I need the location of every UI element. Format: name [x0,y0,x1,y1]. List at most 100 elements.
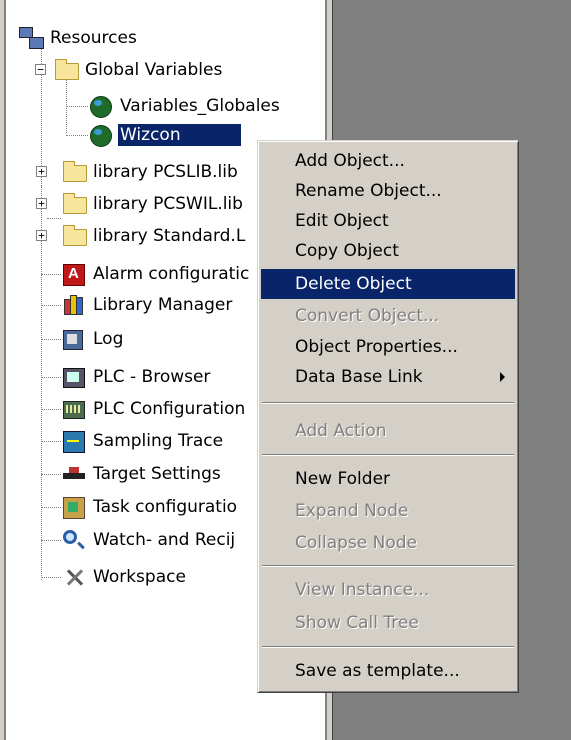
tree-item-target-settings[interactable]: Target Settings [61,460,223,488]
globe-icon [88,95,114,118]
tree-item-label: Global Variables [85,60,223,80]
tree-line [41,474,61,475]
menu-item-add-action[interactable]: Add Action [261,416,515,446]
menu-item-label: New Folder [295,469,391,489]
menu-item-collapse-node[interactable]: Collapse Node [261,528,515,558]
tools-icon [61,566,87,588]
menu-separator [262,565,514,567]
tree-item-label: Variables_Globales [120,96,280,116]
globe-icon [88,124,114,147]
menu-item-label: View Instance... [295,580,430,600]
submenu-arrow-icon [500,372,505,382]
menu-item-new-folder[interactable]: New Folder [261,464,515,494]
tree-line [66,106,88,107]
menu-item-label: Copy Object [295,241,399,261]
tree-item-label: Target Settings [93,464,221,484]
menu-item-label: Collapse Node [295,533,418,553]
tree-item-plc-browser[interactable]: PLC - Browser [61,363,212,391]
tree-line [41,507,61,508]
menu-item-label: Edit Object [295,211,389,231]
tree-line [47,218,61,219]
tree-line [66,135,88,136]
tree-item-sampling-trace[interactable]: Sampling Trace [61,427,225,455]
tree-item-label: Workspace [93,567,186,587]
tree-item-label: PLC - Browser [93,367,211,387]
open-folder-icon [53,59,79,81]
tree-item-global-variables[interactable]: Global Variables [53,56,224,84]
tree-line [41,274,61,275]
tree-line [41,409,61,410]
tree-item-task-configuration[interactable]: Task configuratio [61,493,239,521]
menu-item-label: Delete Object [295,274,412,294]
tree-line [41,339,61,340]
menu-separator [262,646,514,648]
tree-item-log[interactable]: Log [61,325,125,353]
menu-item-save-as-template[interactable]: Save as template... [261,656,515,686]
menu-item-label: Convert Object... [295,306,440,326]
menu-item-add-object[interactable]: Add Object... [261,146,515,176]
tree-item-label: library PCSWIL.lib [93,194,243,214]
log-icon [61,328,87,350]
tree-item-label: Library Manager [93,295,233,315]
tree-line [41,377,61,378]
menu-item-view-instance[interactable]: View Instance... [261,575,515,605]
menu-item-rename-object[interactable]: Rename Object... [261,176,515,206]
tree-item-wizcon[interactable]: Wizcon [88,121,241,149]
tree-item-label: Task configuratio [93,497,238,517]
expand-toggle[interactable]: + [36,166,47,177]
task-configuration-icon [61,496,87,519]
menu-item-show-call-tree[interactable]: Show Call Tree [261,608,515,638]
tree-item-label: Log [93,329,124,349]
folder-icon [61,225,87,247]
tree-line [41,305,61,306]
menu-item-delete-object[interactable]: Delete Object [261,269,515,299]
sampling-trace-icon [61,430,87,453]
menu-item-object-properties[interactable]: Object Properties... [261,332,515,362]
tree-item-library-manager[interactable]: Library Manager [61,291,234,319]
tree-item-watch-recipe[interactable]: Watch- and Recij [61,526,237,554]
menu-item-convert-object[interactable]: Convert Object... [261,301,515,331]
menu-item-edit-object[interactable]: Edit Object [261,206,515,236]
tree-item-library-standard[interactable]: library Standard.L [61,222,247,250]
menu-item-label: Data Base Link [295,367,423,387]
library-manager-icon [61,294,87,316]
tree-item-label: PLC Configuration [93,399,246,419]
menu-item-label: Show Call Tree [295,613,419,633]
tree-line [41,186,42,580]
expand-toggle[interactable]: + [36,230,47,241]
context-menu: Add Object... Rename Object... Edit Obje… [257,140,519,693]
collapse-toggle[interactable]: − [35,64,46,75]
tree-item-library-pcslib[interactable]: library PCSLIB.lib [61,158,240,186]
tree-item-variables-globales[interactable]: Variables_Globales [88,92,282,120]
tree-line [41,577,61,578]
menu-item-expand-node[interactable]: Expand Node [261,496,515,526]
tree-item-label: Wizcon [118,124,241,146]
menu-item-label: Add Action [295,421,387,441]
tree-line [41,441,61,442]
menu-item-copy-object[interactable]: Copy Object [261,236,515,266]
tree-item-label: Resources [50,28,137,48]
plc-browser-icon [61,366,87,388]
tree-item-workspace[interactable]: Workspace [61,563,188,591]
alarm-icon [61,263,87,286]
tree-item-label: library Standard.L [93,226,246,246]
menu-separator [262,454,514,456]
tree-item-label: Watch- and Recij [93,530,236,550]
folder-icon [61,193,87,215]
tree-item-label: Alarm configuratic [93,264,250,284]
magnifier-icon [61,529,87,551]
target-settings-icon [61,463,87,485]
tree-item-resources[interactable]: Resources [18,24,139,52]
resources-icon [18,27,44,49]
menu-item-label: Object Properties... [295,337,458,357]
tree-item-label: library PCSLIB.lib [93,162,238,182]
tree-item-library-pcswil[interactable]: library PCSWIL.lib [61,190,245,218]
menu-item-label: Expand Node [295,501,409,521]
plc-configuration-icon [61,398,87,420]
menu-item-data-base-link[interactable]: Data Base Link [261,362,515,392]
folder-icon [61,161,87,183]
tree-item-alarm-configuration[interactable]: Alarm configuratic [61,260,251,288]
tree-item-plc-configuration[interactable]: PLC Configuration [61,395,247,423]
expand-toggle[interactable]: + [36,198,47,209]
tree-line [41,540,61,541]
